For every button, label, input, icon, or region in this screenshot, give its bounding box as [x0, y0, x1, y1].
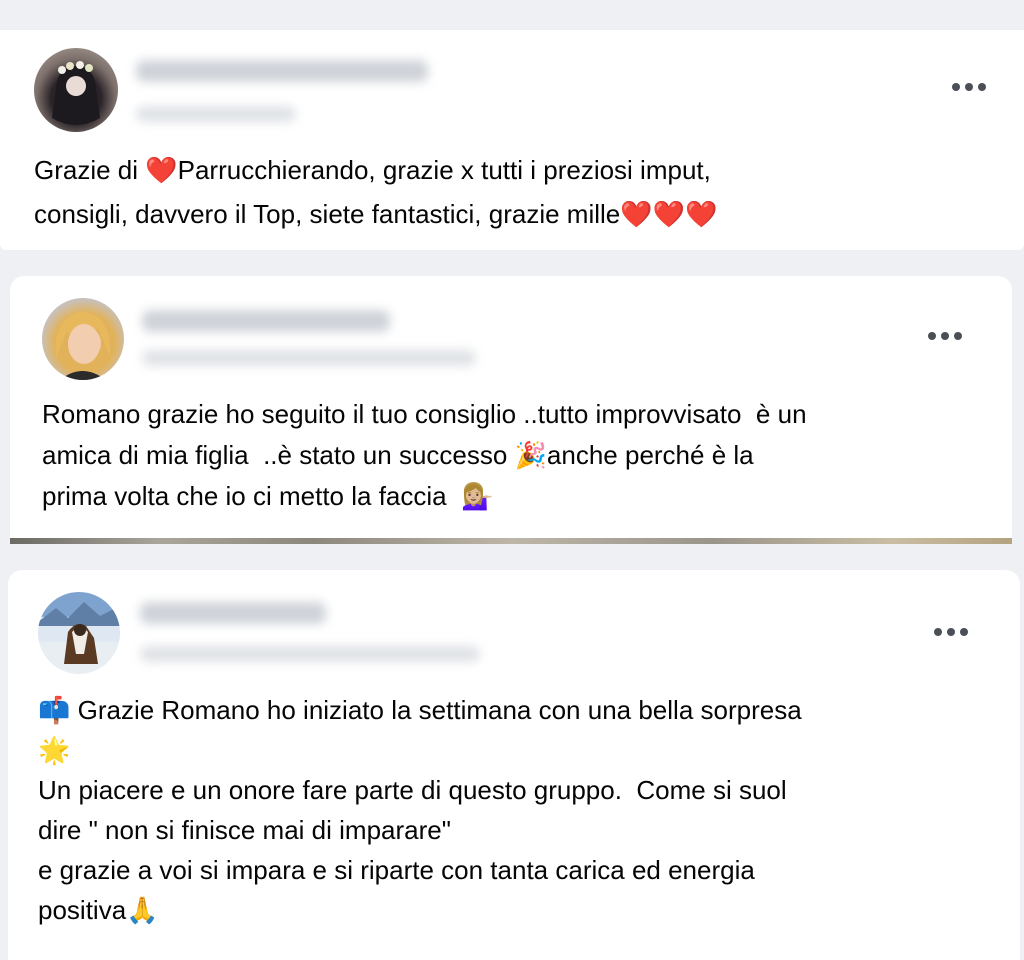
author-name-blurred[interactable]	[136, 60, 428, 82]
post-card: Grazie di ❤️Parrucchierando, grazie x tu…	[0, 30, 1024, 250]
avatar-image	[55, 312, 111, 380]
avatar[interactable]	[42, 298, 124, 380]
image-preview-strip	[10, 538, 1012, 544]
author-name-blurred[interactable]	[142, 310, 390, 332]
post-card: 📫 Grazie Romano ho iniziato la settimana…	[8, 570, 1020, 960]
post-card: Romano grazie ho seguito il tuo consigli…	[10, 276, 1012, 544]
post-text: Romano grazie ho seguito il tuo consigli…	[42, 399, 807, 511]
avatar[interactable]	[34, 48, 118, 132]
more-options-icon[interactable]	[952, 80, 986, 94]
avatar[interactable]	[38, 592, 120, 674]
post-text: 📫 Grazie Romano ho iniziato la settimana…	[38, 695, 802, 925]
post-meta-blurred	[136, 106, 296, 122]
post-meta-blurred	[140, 646, 480, 662]
author-name-blurred[interactable]	[140, 602, 326, 624]
more-options-icon[interactable]	[928, 329, 962, 343]
more-options-icon[interactable]	[934, 625, 968, 639]
post-text: Grazie di ❤️Parrucchierando, grazie x tu…	[34, 155, 718, 229]
avatar-image	[52, 61, 100, 125]
avatar-image	[38, 602, 120, 664]
post-meta-blurred	[142, 350, 476, 366]
